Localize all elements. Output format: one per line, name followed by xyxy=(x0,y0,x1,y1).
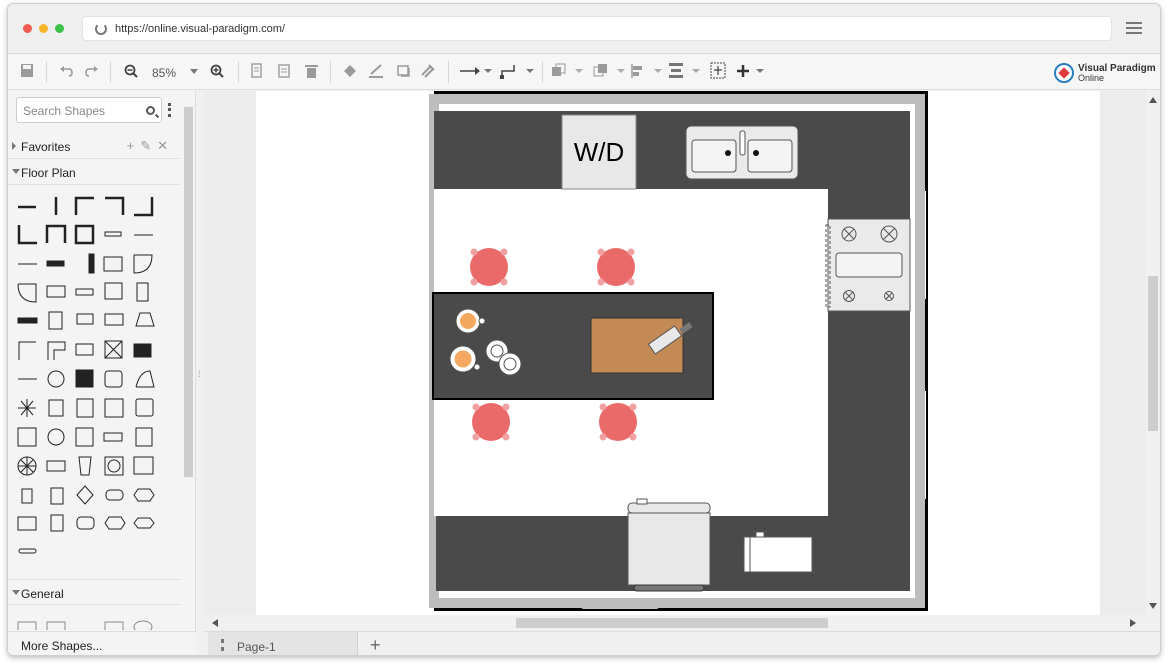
address-bar[interactable]: https://online.visual-paradigm.com/ xyxy=(82,16,1112,41)
panel-splitter[interactable]: ⁞ xyxy=(198,369,201,379)
url-text: https://online.visual-paradigm.com/ xyxy=(115,23,285,35)
sink-basin-left xyxy=(691,139,737,173)
floor-plan-section[interactable]: Floor Plan xyxy=(8,159,180,185)
reload-icon[interactable] xyxy=(95,23,107,35)
diagram-canvas[interactable]: W/D xyxy=(204,91,1148,615)
kitchen-floor-plan[interactable]: W/D xyxy=(256,91,1100,615)
zoom-in-icon[interactable] xyxy=(210,64,225,82)
canvas-horizontal-scrollbar[interactable] xyxy=(204,615,1148,631)
add-page-icon[interactable]: + xyxy=(370,635,381,655)
drain-icon xyxy=(753,150,759,156)
toolbar-separator xyxy=(238,61,239,83)
canvas-vertical-scrollbar[interactable] xyxy=(1146,91,1160,615)
refrigerator[interactable] xyxy=(627,498,711,592)
align-icon[interactable] xyxy=(630,63,664,81)
zoom-level[interactable]: 85% xyxy=(152,66,176,80)
fill-color-icon[interactable] xyxy=(342,63,358,81)
hamburger-menu-icon[interactable] xyxy=(1126,22,1142,34)
format-painter-icon[interactable] xyxy=(420,63,436,81)
toolbar-separator xyxy=(542,61,543,83)
page-tab[interactable]: Page-1 xyxy=(208,632,358,655)
browser-titlebar: https://online.visual-paradigm.com/ xyxy=(8,4,1160,54)
connector-icon[interactable] xyxy=(460,65,492,83)
search-placeholder: Search Shapes xyxy=(23,104,106,118)
vertical-scroll-thumb[interactable] xyxy=(1148,276,1158,431)
favorites-actions[interactable]: +✎✕ xyxy=(127,138,174,154)
to-front-icon[interactable] xyxy=(551,63,585,81)
vp-logo-icon xyxy=(1054,63,1074,83)
waypoint-icon[interactable] xyxy=(500,63,536,81)
zoom-dropdown-icon[interactable] xyxy=(190,69,198,87)
library-options-icon[interactable] xyxy=(168,103,171,117)
scroll-right-icon[interactable] xyxy=(1130,619,1136,627)
expanded-caret-icon xyxy=(12,169,20,174)
washer-dryer-label: W/D xyxy=(574,137,625,167)
plus-icon[interactable] xyxy=(736,62,768,80)
favorites-label: Favorites xyxy=(21,140,71,154)
close-window-button[interactable] xyxy=(23,24,32,33)
toolbar-separator xyxy=(330,61,331,83)
copy-icon[interactable] xyxy=(250,63,262,81)
distribute-icon[interactable] xyxy=(668,62,702,80)
dishwasher[interactable] xyxy=(743,531,813,573)
search-icon[interactable] xyxy=(146,106,155,115)
page-options-icon[interactable] xyxy=(221,639,224,651)
line-color-icon[interactable] xyxy=(368,63,384,81)
collapsed-caret-icon xyxy=(12,142,16,150)
visual-paradigm-logo[interactable]: Visual Paradigm Online xyxy=(1054,60,1156,86)
editor-toolbar: 85% Visual Paradigm Online xyxy=(8,55,1160,90)
paste-icon[interactable] xyxy=(278,63,290,81)
page-tabs-bar: Page-1 + xyxy=(204,631,1160,655)
drain-icon xyxy=(725,150,731,156)
scroll-down-icon[interactable] xyxy=(1149,603,1157,609)
general-section[interactable]: General xyxy=(8,579,180,605)
zoom-out-icon[interactable] xyxy=(124,64,139,82)
toolbar-separator xyxy=(46,61,47,83)
floor-plan-label: Floor Plan xyxy=(21,166,76,180)
sink-basin-right xyxy=(747,139,793,173)
toolbar-separator xyxy=(448,61,449,83)
brand-sub: Online xyxy=(1078,73,1105,83)
sidebar-scrollbar-thumb[interactable] xyxy=(184,107,193,477)
faucet-icon xyxy=(739,130,746,156)
shape-library-panel: Search Shapes Favorites +✎✕ Floor Plan G… xyxy=(8,91,196,631)
favorites-section[interactable]: Favorites +✎✕ xyxy=(8,133,180,159)
general-shapes-preview[interactable] xyxy=(16,618,166,630)
redo-icon[interactable] xyxy=(85,64,99,82)
more-shapes-button[interactable]: More Shapes... xyxy=(8,631,196,655)
search-shapes-input[interactable]: Search Shapes xyxy=(16,97,162,123)
browser-window: https://online.visual-paradigm.com/ 85% xyxy=(7,3,1161,656)
more-shapes-label: More Shapes... xyxy=(21,639,103,653)
sidebar-scrollbar[interactable] xyxy=(182,93,194,631)
scroll-up-icon[interactable] xyxy=(1149,97,1157,103)
toolbar-separator xyxy=(110,61,111,83)
expanded-caret-icon xyxy=(12,590,20,595)
horizontal-scroll-thumb[interactable] xyxy=(516,618,828,628)
undo-icon[interactable] xyxy=(59,64,73,82)
shadow-icon[interactable] xyxy=(396,63,411,81)
page-tab-label: Page-1 xyxy=(237,640,276,654)
trash-icon[interactable] xyxy=(305,63,318,81)
general-label: General xyxy=(21,587,64,601)
floor-plan-shapes-grid[interactable] xyxy=(16,195,166,567)
cutting-board[interactable] xyxy=(590,317,684,374)
save-icon[interactable] xyxy=(20,63,34,81)
diagram-page[interactable]: W/D xyxy=(256,91,1100,615)
fit-icon[interactable] xyxy=(710,62,726,80)
scroll-left-icon[interactable] xyxy=(212,619,218,627)
minimize-window-button[interactable] xyxy=(39,24,48,33)
maximize-window-button[interactable] xyxy=(55,24,64,33)
to-back-icon[interactable] xyxy=(593,63,627,81)
